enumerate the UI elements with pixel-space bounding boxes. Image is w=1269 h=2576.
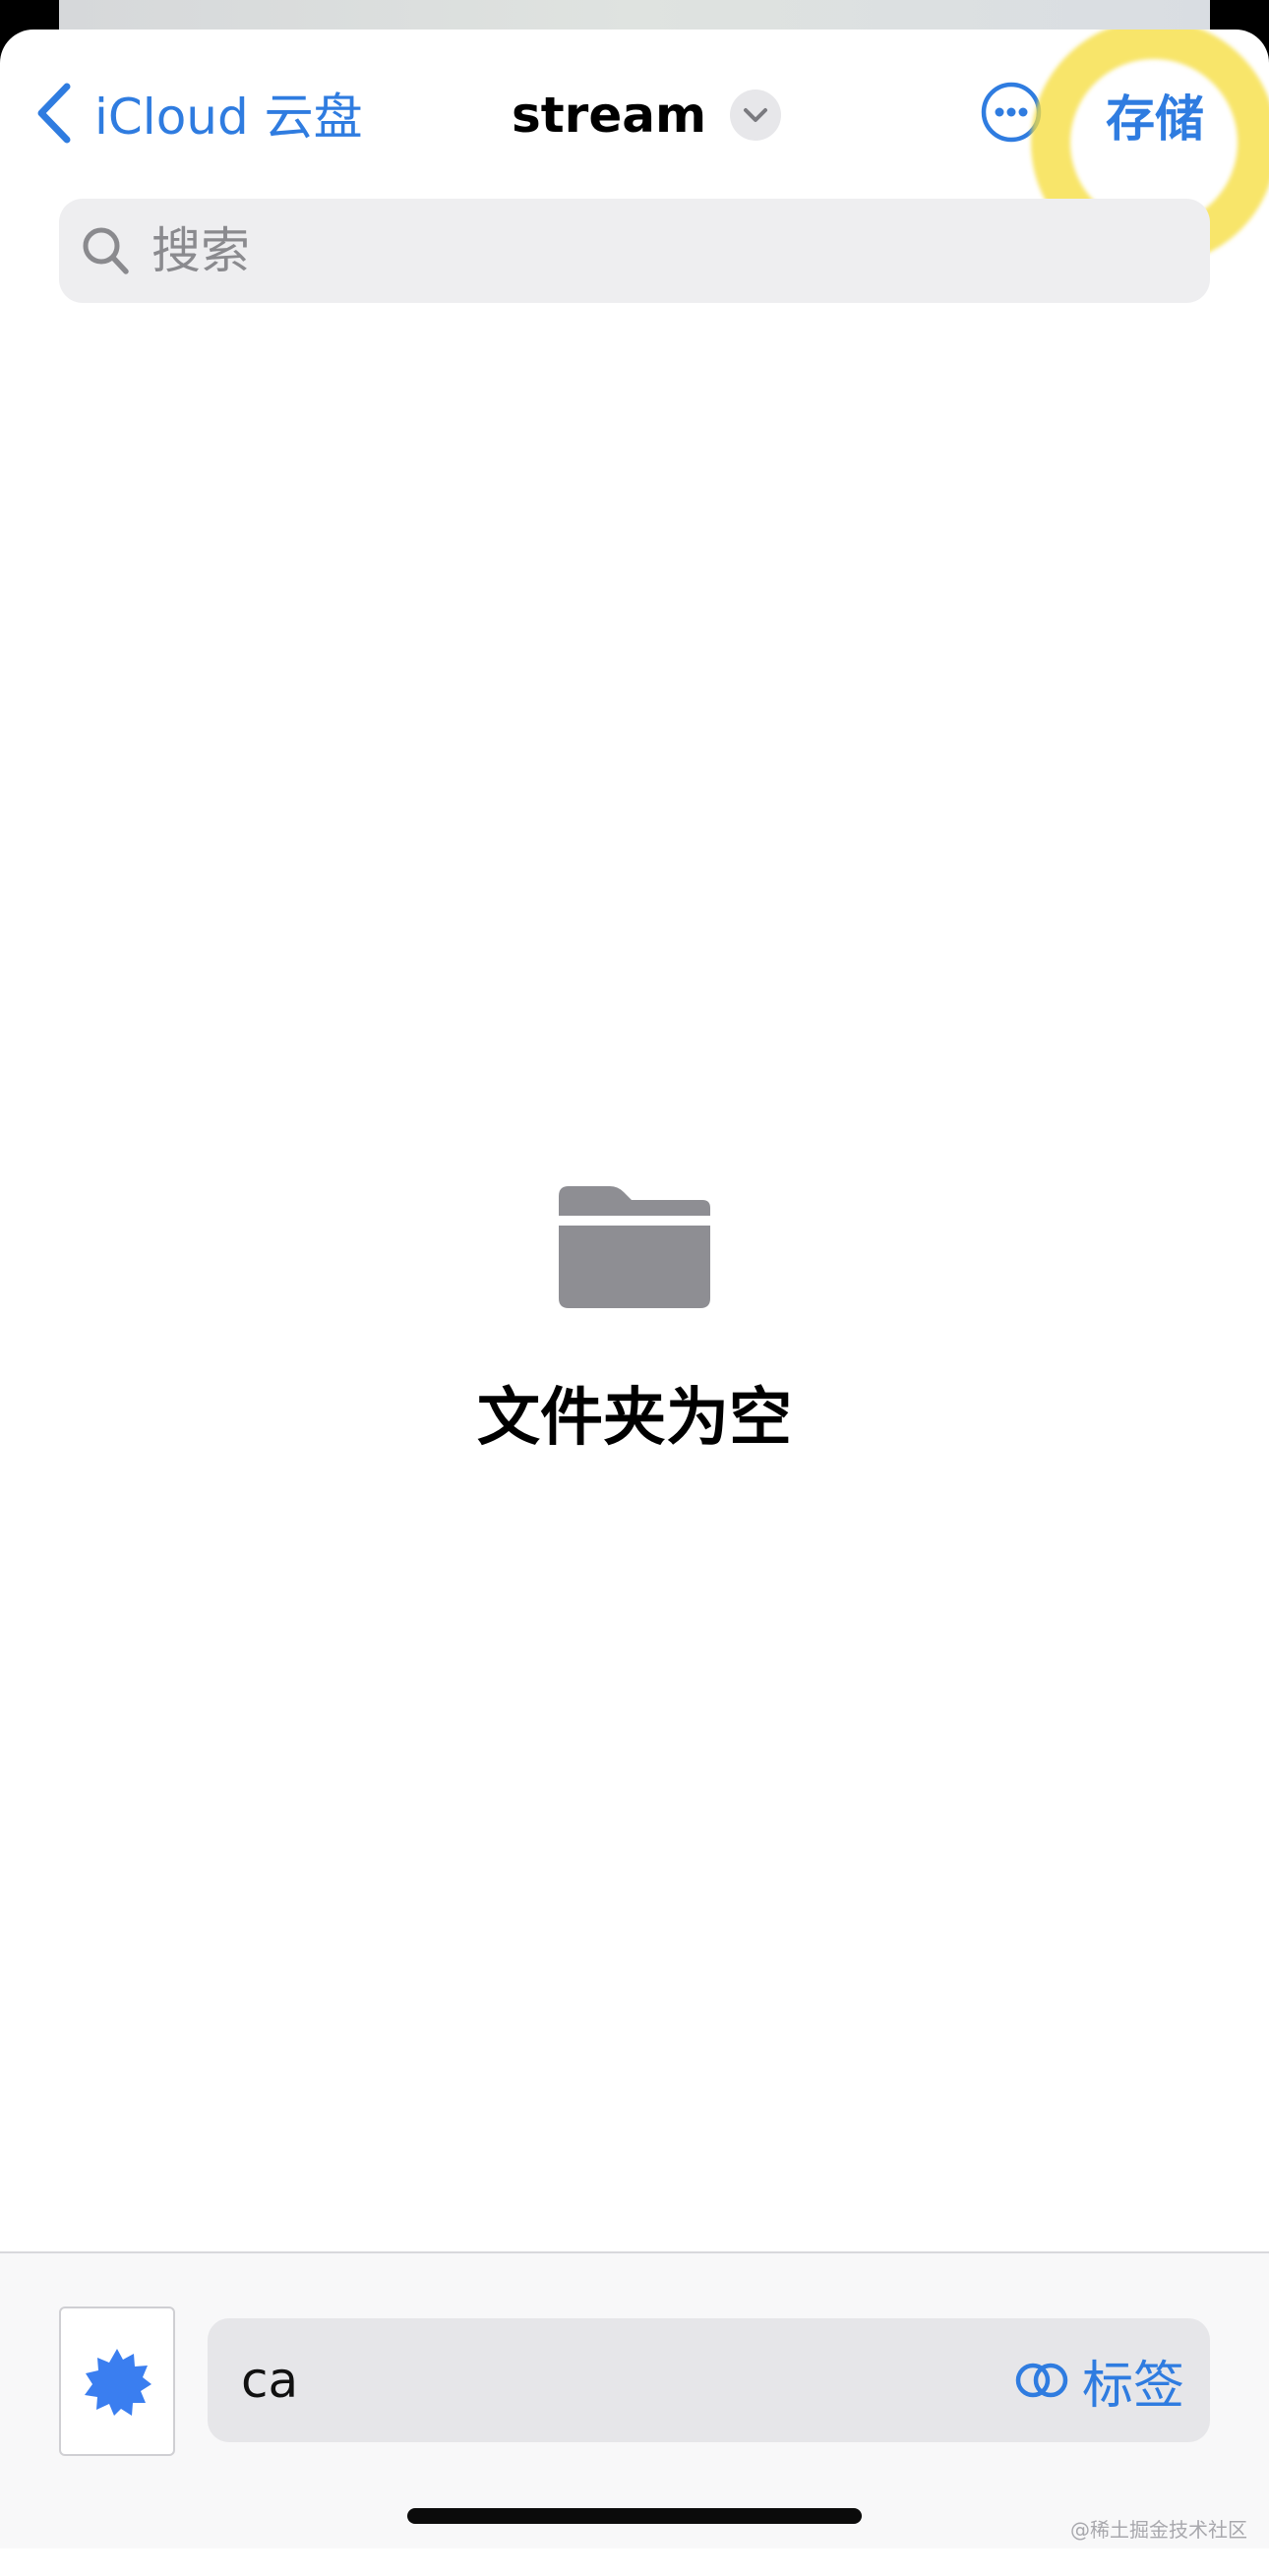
- chevron-left-icon: [37, 83, 71, 144]
- tags-label: 标签: [1081, 2356, 1184, 2416]
- filename-input[interactable]: [239, 2351, 1015, 2410]
- chevron-down-icon: [744, 108, 768, 122]
- tags-icon: [1015, 2363, 1068, 2398]
- filename-field[interactable]: 标签: [208, 2318, 1210, 2442]
- save-button[interactable]: 存储: [1106, 81, 1204, 150]
- more-icon[interactable]: [980, 81, 1043, 144]
- search-icon: [83, 227, 129, 274]
- file-thumbnail[interactable]: [59, 2306, 175, 2456]
- save-sheet: iCloud 云盘 stream 存储 搜索 文件夹为空: [0, 30, 1269, 2576]
- search-input[interactable]: [150, 221, 1137, 280]
- title-menu[interactable]: stream: [512, 81, 782, 150]
- home-indicator[interactable]: [407, 2508, 862, 2524]
- back-button-label: iCloud 云盘: [94, 89, 363, 146]
- folder-icon: [559, 1186, 710, 1308]
- page-title: stream: [512, 87, 707, 144]
- tags-button[interactable]: 标签: [1015, 2344, 1184, 2418]
- bottom-toolbar: 标签: [0, 2251, 1269, 2548]
- back-button[interactable]: iCloud 云盘: [33, 79, 363, 148]
- title-chevron-button[interactable]: [730, 90, 782, 141]
- watermark: @稀土掘金技术社区: [1070, 2518, 1247, 2542]
- app-icon: [85, 2349, 151, 2416]
- empty-state: 文件夹为空: [0, 1180, 1269, 1458]
- search-bar[interactable]: [59, 199, 1210, 303]
- screen: iCloud 云盘 stream 存储 搜索 文件夹为空 ca 标签 @稀土掘金…: [0, 0, 1269, 2576]
- empty-folder-message: 文件夹为空: [477, 1382, 792, 1455]
- navigation-bar: iCloud 云盘 stream 存储: [0, 30, 1269, 266]
